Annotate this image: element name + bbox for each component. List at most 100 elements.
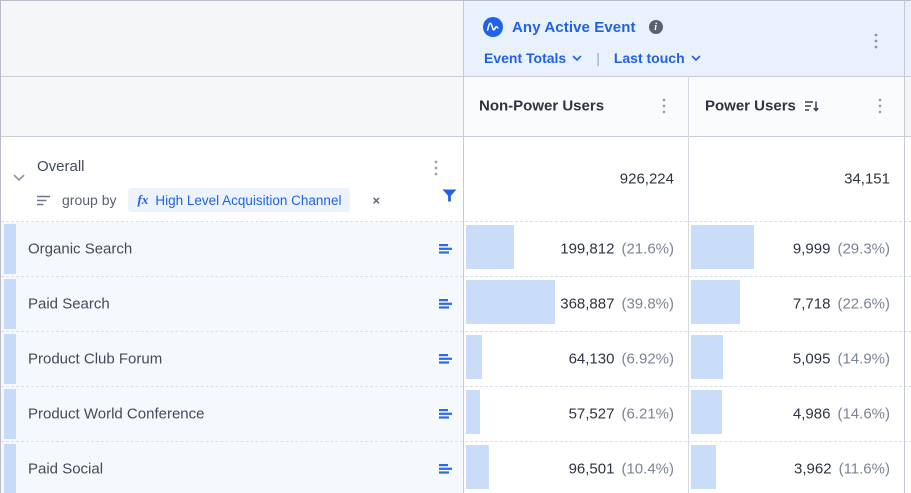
cell-value: 9,999 [793, 241, 831, 258]
table-row: Paid Search 368,887 (39.8%) 7,718 (22.6%) [1, 276, 911, 331]
cell-value: 64,130 [569, 351, 615, 368]
column-header-row: Non-Power Users Power Users [463, 76, 904, 136]
value-bar [691, 225, 754, 269]
value-bar [691, 390, 722, 434]
corner-cell [1, 1, 463, 76]
group-by-bars-icon[interactable] [439, 409, 453, 420]
filter-funnel-icon[interactable] [442, 189, 457, 202]
table-row: Paid Social 96,501 (10.4%) 3,962 (11.6%) [1, 441, 911, 493]
remove-group-by-icon[interactable]: × [372, 193, 380, 208]
value-bar [466, 280, 555, 324]
event-logo-icon [483, 17, 503, 37]
cell-value: 57,527 [569, 406, 615, 423]
column-header-non-power-users[interactable]: Non-Power Users [463, 76, 688, 136]
header-divider [1, 76, 911, 77]
column-divider [688, 76, 689, 493]
event-header: Any Active Event i Event Totals | Last t… [463, 1, 904, 76]
row-label-cell: Product World Conference [1, 387, 463, 441]
row-color-strip [4, 334, 16, 384]
value-cell: 4,986 (14.6%) [689, 387, 904, 441]
divider: | [596, 50, 600, 66]
row-label: Paid Search [28, 296, 110, 313]
value-bar [466, 390, 480, 434]
attribution-dropdown[interactable]: Last touch [614, 50, 701, 66]
row-color-strip [4, 444, 16, 493]
overall-total-value: 34,151 [844, 170, 890, 187]
event-menu-kebab-icon[interactable] [874, 33, 878, 49]
next-column-header-sliver [905, 76, 911, 136]
cell-percent: (11.6%) [839, 461, 890, 478]
value-cell: 5,095 (14.9%) [689, 332, 904, 386]
row-color-strip [4, 279, 16, 329]
chevron-down-icon [691, 55, 701, 62]
row-label: Organic Search [28, 241, 132, 258]
value-bar [466, 335, 482, 379]
info-icon[interactable]: i [649, 20, 663, 34]
overall-total-cell: 926,224 [464, 136, 688, 221]
group-by-bars-icon[interactable] [439, 354, 453, 365]
value-bar [466, 445, 489, 489]
overall-total-value: 926,224 [620, 170, 674, 187]
column-menu-kebab-icon[interactable] [662, 98, 666, 114]
row-label-cell: Organic Search [1, 222, 463, 276]
cell-value: 5,095 [793, 351, 831, 368]
overall-row: Overall group by fx High Level Acquisiti… [1, 136, 911, 221]
value-cell: 96,501 (10.4%) [464, 442, 688, 493]
cell-value: 7,718 [793, 296, 831, 313]
value-cell: 199,812(21.6%) [464, 222, 688, 276]
value-cell: 7,718 (22.6%) [689, 277, 904, 331]
row-label: Product World Conference [28, 406, 204, 423]
column-divider [904, 1, 905, 493]
row-dimension-header-cell [1, 76, 463, 136]
cell-value: 3,962 [794, 461, 832, 478]
metric-dropdown[interactable]: Event Totals [484, 50, 582, 66]
cell-percent: (6.92%) [621, 351, 674, 368]
group-by-bars-icon[interactable] [439, 244, 453, 255]
chevron-down-icon[interactable] [13, 174, 25, 182]
value-cell: 57,527 (6.21%) [464, 387, 688, 441]
row-label-cell: Paid Social [1, 442, 463, 493]
row-label-cell: Product Club Forum [1, 332, 463, 386]
formula-fx-icon: fx [137, 192, 148, 208]
cell-percent: (6.21%) [621, 406, 674, 423]
cell-percent: (14.6%) [837, 406, 890, 423]
table-row: Product World Conference 57,527 (6.21%) 4… [1, 386, 911, 441]
group-by-bars-icon[interactable] [439, 464, 453, 475]
column-menu-kebab-icon[interactable] [878, 98, 882, 114]
row-color-strip [4, 224, 16, 274]
cell-percent: (22.6%) [837, 296, 890, 313]
overall-menu-kebab-icon[interactable] [434, 160, 438, 176]
group-by-bars-icon[interactable] [439, 299, 453, 310]
value-cell: 64,130 (6.92%) [464, 332, 688, 386]
next-event-header-sliver [905, 1, 911, 76]
value-bar [691, 445, 716, 489]
cell-percent: (14.9%) [837, 351, 890, 368]
overall-label: Overall [37, 158, 85, 175]
table-row: Product Club Forum 64,130 (6.92%) 5,095 (1… [1, 331, 911, 386]
event-title[interactable]: Any Active Event [512, 19, 636, 36]
value-cell: 368,887 (39.8%) [464, 277, 688, 331]
column-divider [463, 1, 464, 493]
cell-percent: (21.6%) [621, 241, 674, 258]
row-color-strip [4, 389, 16, 439]
value-cell: 3,962 (11.6%) [689, 442, 904, 493]
sort-descending-icon[interactable] [804, 100, 819, 112]
value-bar [466, 225, 514, 269]
row-label-cell: Paid Search [1, 277, 463, 331]
cell-value: 368,887 [560, 296, 614, 313]
cell-value: 4,986 [793, 406, 831, 423]
group-by-label: group by [62, 192, 116, 208]
value-bar [691, 335, 723, 379]
cell-percent: (39.8%) [621, 296, 674, 313]
table-row: Organic Search 199,812(21.6%) 9,999 (29.3… [1, 221, 911, 276]
cell-value: 96,501 [569, 461, 615, 478]
data-table: Any Active Event i Event Totals | Last t… [0, 0, 911, 493]
row-label: Paid Social [28, 461, 103, 478]
cell-percent: (10.4%) [621, 461, 674, 478]
overall-total-cell: 34,151 [689, 136, 904, 221]
cell-percent: (29.3%) [837, 241, 890, 258]
group-by-lines-icon [37, 195, 50, 206]
column-header-power-users[interactable]: Power Users [689, 76, 904, 136]
chevron-down-icon [572, 55, 582, 62]
group-by-property-chip[interactable]: fx High Level Acquisition Channel [128, 188, 350, 212]
